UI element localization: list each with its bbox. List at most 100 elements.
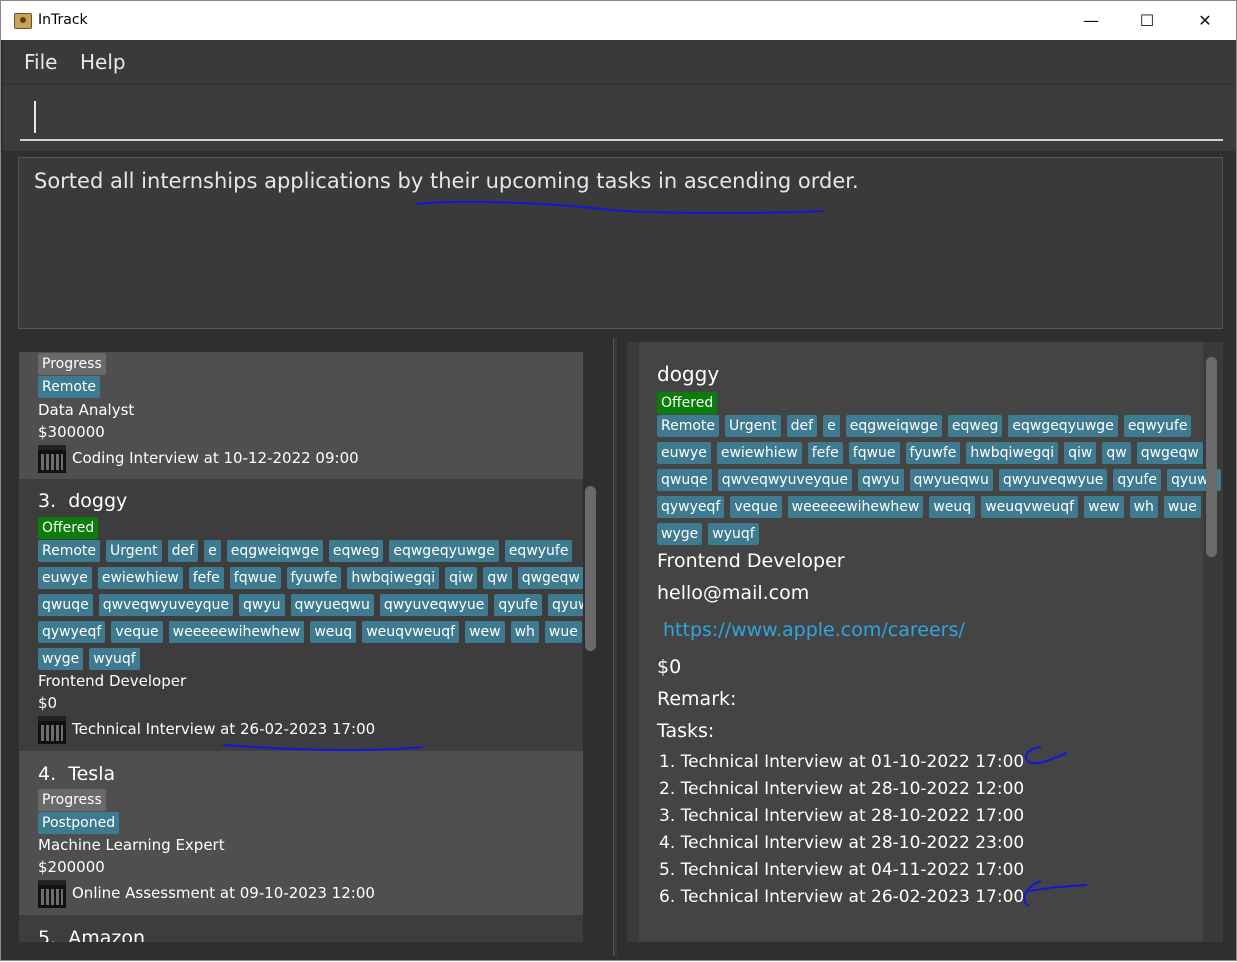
tag: fqwue [229, 567, 281, 589]
detail-scrollbar[interactable] [1206, 357, 1217, 557]
tag: weuq [310, 621, 357, 643]
tag: weuq [929, 496, 976, 518]
tag: weuqvweuqf [981, 496, 1079, 518]
tag: weeeeewihewhew [168, 621, 305, 643]
command-box [3, 85, 1236, 151]
salary-label: $200000 [38, 858, 105, 876]
tag: qyuwe [547, 594, 583, 616]
calendar-icon [38, 716, 66, 744]
tag: qwyu [858, 469, 904, 491]
tag: def [167, 540, 199, 562]
status-row: Offered [38, 517, 99, 539]
detail-tag-row: wyge wyuqf [657, 523, 759, 545]
list-item[interactable]: Progress Remote Data Analyst $300000 Cod… [19, 352, 583, 479]
card-title: 5. Amazon [38, 927, 145, 942]
tag: qywyeqf [657, 496, 725, 518]
role-label: Machine Learning Expert [38, 836, 225, 854]
tag: qwuqe [38, 594, 93, 616]
close-button[interactable]: ✕ [1182, 7, 1228, 35]
tag: qwuqe [657, 469, 712, 491]
detail-content: doggy Offered Remote Urgent def e eqgweiqwge… [639, 342, 1222, 942]
detail-email: hello@mail.com [657, 582, 810, 604]
tag: wh [510, 621, 539, 643]
tag: euwye [657, 442, 711, 464]
tag: fefe [188, 567, 224, 589]
tag: wew [1084, 496, 1124, 518]
tag: eqweg [328, 540, 384, 562]
detail-status-row: Offered [657, 392, 718, 414]
tag: weuqvweuqf [362, 621, 460, 643]
tag: Urgent [725, 415, 781, 437]
title-bar: InTrack — ☐ ✕ [1, 1, 1236, 40]
tag: eqweg [947, 415, 1003, 437]
card-title: 3. doggy [38, 490, 127, 512]
tag: euwye [38, 567, 92, 589]
tag: qwyueqwu [909, 469, 993, 491]
tag: ewiewhiew [716, 442, 802, 464]
card-name: Tesla [68, 763, 116, 785]
tag: Urgent [106, 540, 162, 562]
menu-bar: File Help [3, 40, 1236, 84]
calendar-icon [38, 445, 66, 473]
detail-remark-label: Remark: [657, 688, 737, 710]
menu-help[interactable]: Help [80, 50, 126, 74]
result-message: Sorted all internships applications by t… [34, 169, 859, 193]
pane-divider[interactable] [613, 338, 617, 956]
task-item: 5. Technical Interview at 04-11-2022 17:… [659, 860, 1025, 880]
tag: e [823, 415, 840, 437]
card-name: Amazon [68, 927, 146, 942]
detail-website-link[interactable]: https://www.apple.com/careers/ [663, 619, 965, 641]
tag: qwveqwyuveyque [98, 594, 234, 616]
tag-row: qwuqe qwveqwyuveyque qwyu qwyueqwu qwyuveqwy… [38, 594, 583, 616]
tag: qyufe [1113, 469, 1161, 491]
task-label: Technical Interview at 26-02-2023 17:00 [72, 720, 376, 738]
tag: fefe [807, 442, 843, 464]
tag: wh [1129, 496, 1158, 518]
detail-salary: $0 [657, 656, 682, 678]
tag: eqwgeqyuwge [389, 540, 499, 562]
tag: wyge [657, 523, 703, 545]
tag: e [204, 540, 221, 562]
salary-label: $0 [38, 694, 58, 712]
task-item: 4. Technical Interview at 28-10-2022 23:… [659, 833, 1025, 853]
list-item[interactable]: 4. Tesla Progress Postponed Machine Lear… [19, 751, 583, 915]
tag: qywyeqf [38, 621, 106, 643]
tag: hwbqiwegqi [347, 567, 440, 589]
task-item: 1. Technical Interview at 01-10-2022 17:… [659, 752, 1025, 772]
list-item[interactable]: 5. Amazon [19, 915, 583, 942]
menu-file[interactable]: File [24, 50, 57, 74]
status-badge: Offered [38, 517, 99, 539]
tag: def [786, 415, 818, 437]
tag: qiw [445, 567, 478, 589]
tag: Postponed [38, 812, 120, 834]
task-item: 6. Technical Interview at 26-02-2023 17:… [659, 887, 1025, 907]
detail-tag-row: euwye ewiewhiew fefe fqwue fyuwfe hwbqiwegqi q… [657, 442, 1203, 464]
command-input[interactable] [20, 95, 1223, 141]
list-item[interactable]: 3. doggy Offered Remote Urgent def e eqgweiq… [19, 479, 583, 751]
internship-list[interactable]: Progress Remote Data Analyst $300000 Cod… [19, 352, 583, 942]
tag: qwyu [239, 594, 285, 616]
minimize-button[interactable]: — [1068, 7, 1114, 35]
maximize-button[interactable]: ☐ [1124, 7, 1170, 35]
tag: eqwyufe [504, 540, 573, 562]
tag: qwgeqw [517, 567, 583, 589]
tag: eqwgeqyuwge [1008, 415, 1118, 437]
tag: wyge [38, 648, 84, 670]
tag: fqwue [848, 442, 900, 464]
tag: ewiewhiew [97, 567, 183, 589]
card-title: 4. Tesla [38, 763, 115, 785]
tag: qwveqwyuveyque [717, 469, 853, 491]
result-display: Sorted all internships applications by t… [18, 157, 1223, 329]
tag: qwgeqw [1136, 442, 1203, 464]
card-index: 5. [38, 927, 57, 942]
tag: eqgweiqwge [845, 415, 942, 437]
detail-name: doggy [657, 362, 720, 386]
calendar-icon [38, 880, 66, 908]
detail-status-badge: Offered [657, 392, 718, 414]
status-badge: Progress [38, 789, 106, 811]
list-scrollbar[interactable] [585, 486, 596, 651]
tag: wue [1163, 496, 1201, 518]
role-label: Data Analyst [38, 401, 135, 419]
tag: Remote [38, 376, 101, 398]
status-row: Progress [38, 789, 106, 811]
